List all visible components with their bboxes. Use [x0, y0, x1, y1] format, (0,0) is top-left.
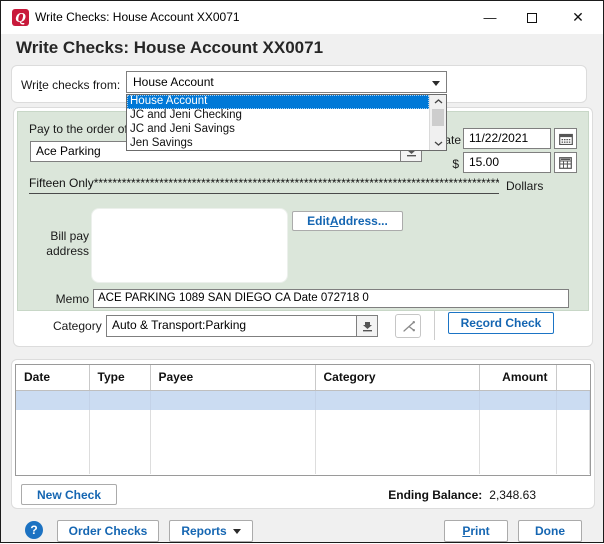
- order-checks-button[interactable]: Order Checks: [57, 520, 159, 542]
- label-part: e checks from:: [42, 78, 120, 92]
- written-amount-line: Fifteen Only****************************…: [29, 176, 499, 194]
- calendar-button[interactable]: [554, 128, 577, 149]
- title-bar[interactable]: Q Write Checks: House Account XX0071 — ✕: [1, 1, 603, 34]
- help-button[interactable]: ?: [25, 521, 43, 539]
- bill-pay-label-line1: Bill pay: [29, 229, 89, 244]
- account-dropdown-items: House Account JC and Jeni Checking JC an…: [127, 95, 429, 150]
- bill-pay-address-box[interactable]: [91, 208, 288, 283]
- account-combobox-value: House Account: [133, 75, 214, 89]
- dropdown-option-jc-and-jeni-savings[interactable]: JC and Jeni Savings: [127, 123, 429, 137]
- heading-band: Write Checks: House Account XX0071: [1, 34, 603, 64]
- close-button[interactable]: ✕: [558, 1, 598, 34]
- dropdown-scrollbar[interactable]: [429, 95, 446, 150]
- split-icon: [401, 319, 416, 334]
- amount-input[interactable]: 15.00: [463, 152, 551, 173]
- category-picker-button[interactable]: [356, 316, 377, 336]
- label-part: Wri: [21, 78, 39, 92]
- bill-pay-address-label: Bill pay address: [29, 229, 89, 259]
- bill-pay-label-line2: address: [29, 244, 89, 259]
- write-checks-dialog: Q Write Checks: House Account XX0071 — ✕…: [1, 1, 603, 542]
- ending-balance-label: Ending Balance:: [388, 488, 482, 502]
- register-table: Date Type Payee Category Amount: [15, 364, 591, 476]
- dropdown-option-jc-and-jeni-checking[interactable]: JC and Jeni Checking: [127, 109, 429, 123]
- record-check-button[interactable]: Record Check: [448, 312, 554, 334]
- category-input[interactable]: Auto & Transport:Parking: [107, 316, 356, 336]
- label-part: Edit: [307, 214, 330, 228]
- edit-address-button[interactable]: Edit Address...: [292, 211, 403, 231]
- ending-balance-value: 2,348.63: [489, 488, 536, 502]
- scrollbar-thumb[interactable]: [432, 109, 444, 126]
- reports-button[interactable]: Reports: [169, 520, 253, 542]
- label-mnemonic: c: [476, 316, 483, 330]
- quicken-logo-icon: Q: [12, 9, 29, 26]
- currency-symbol-label: $: [437, 157, 459, 171]
- page-title: Write Checks: House Account XX0071: [16, 38, 323, 58]
- scroll-up-icon[interactable]: [430, 95, 446, 108]
- table-header-row: Date Type Payee Category Amount: [16, 365, 590, 390]
- scroll-down-icon[interactable]: [430, 137, 446, 150]
- maximize-icon: [527, 13, 537, 23]
- reports-label: Reports: [181, 524, 226, 538]
- account-dropdown-list: House Account JC and Jeni Checking JC an…: [126, 94, 447, 151]
- label-part: ddress...: [338, 214, 387, 228]
- column-header-type[interactable]: Type: [89, 365, 150, 390]
- split-category-button[interactable]: [395, 314, 421, 338]
- date-input[interactable]: 11/22/2021: [463, 128, 551, 149]
- write-checks-from-label: Write checks from:: [21, 78, 120, 92]
- window-title: Write Checks: House Account XX0071: [35, 1, 240, 34]
- maximize-button[interactable]: [512, 1, 552, 34]
- category-field-group: Auto & Transport:Parking: [106, 315, 378, 337]
- register-empty-area[interactable]: [16, 410, 590, 474]
- column-header-category[interactable]: Category: [315, 365, 479, 390]
- memo-input[interactable]: ACE PARKING 1089 SAN DIEGO CA Date 07271…: [93, 289, 569, 308]
- label-part: rint: [470, 524, 489, 538]
- column-header-extra: [556, 365, 590, 390]
- divider: [434, 311, 435, 340]
- caret-down-icon: [233, 529, 241, 534]
- dropdown-option-house-account[interactable]: House Account: [127, 95, 429, 109]
- calendar-icon: [559, 133, 573, 145]
- pay-to-label: Pay to the order of: [29, 122, 128, 136]
- calculator-button[interactable]: [554, 152, 577, 173]
- column-header-amount[interactable]: Amount: [479, 365, 556, 390]
- label-part: ord Check: [483, 316, 542, 330]
- account-combobox[interactable]: House Account: [126, 71, 447, 93]
- pick-from-list-icon: [362, 321, 373, 332]
- label-mnemonic: P: [462, 524, 470, 538]
- label-mnemonic: A: [330, 214, 339, 228]
- chevron-down-icon: [432, 81, 440, 86]
- ending-balance: Ending Balance: 2,348.63: [388, 488, 536, 502]
- category-label: Category: [53, 319, 102, 333]
- calculator-icon: [559, 157, 572, 169]
- print-button[interactable]: Print: [444, 520, 508, 542]
- done-button[interactable]: Done: [518, 520, 582, 542]
- dollars-label: Dollars: [506, 179, 543, 193]
- dropdown-option-jen-savings[interactable]: Jen Savings: [127, 137, 429, 150]
- minimize-button[interactable]: —: [470, 1, 510, 34]
- label-part: Re: [461, 316, 476, 330]
- selected-empty-row[interactable]: [16, 390, 590, 410]
- memo-label: Memo: [41, 292, 89, 306]
- new-check-button[interactable]: New Check: [21, 484, 117, 505]
- column-header-date[interactable]: Date: [16, 365, 89, 390]
- column-header-payee[interactable]: Payee: [150, 365, 315, 390]
